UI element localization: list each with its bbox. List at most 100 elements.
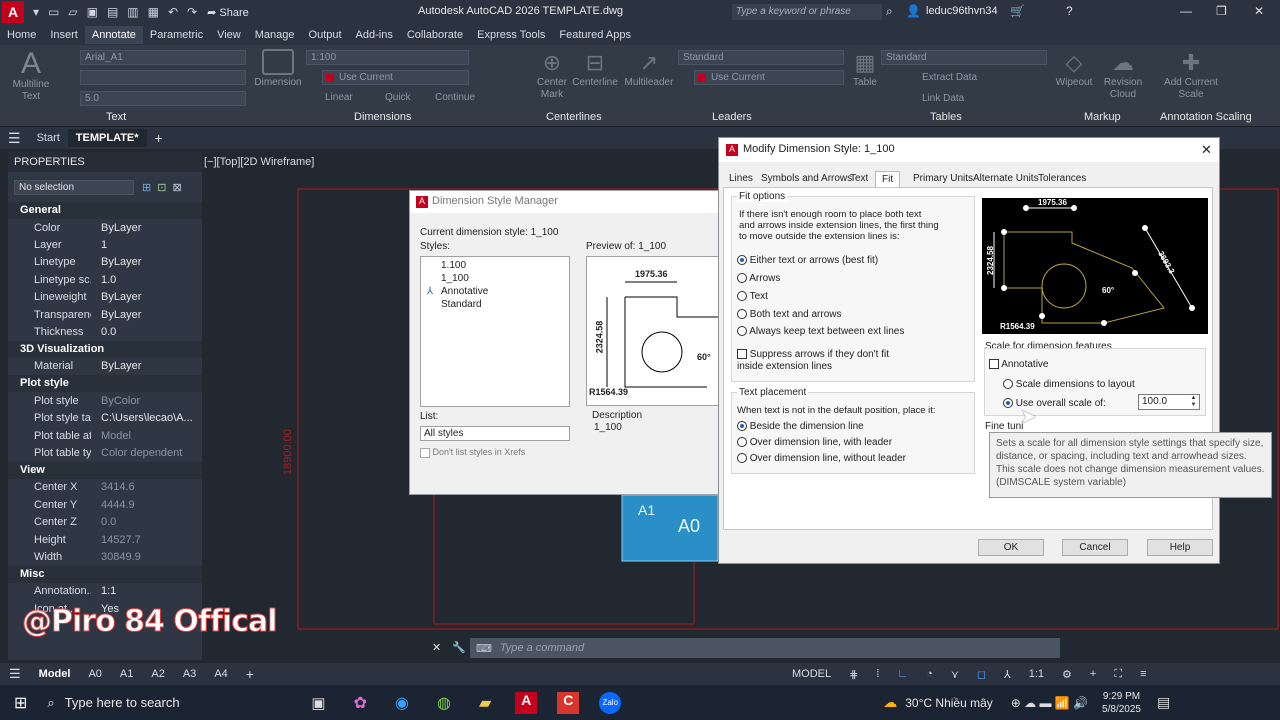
radio-both[interactable] <box>737 309 747 320</box>
property-value[interactable]: 0.0 <box>91 516 202 528</box>
wipeout-button[interactable]: ◇ Wipeout <box>1052 49 1096 89</box>
add-layout-icon[interactable]: + <box>237 663 263 685</box>
search-input[interactable]: Type a keyword or phrase <box>732 4 882 20</box>
fit-option-keep-between[interactable]: Always keep text between ext lines <box>737 326 904 337</box>
restore-icon[interactable]: ❐ <box>1216 4 1227 18</box>
property-value[interactable]: 1.0 <box>91 274 202 286</box>
scale-spinner[interactable]: ▲ ▼ <box>1188 395 1199 409</box>
taskbar-search[interactable]: ⌕ Type here to search <box>47 689 287 717</box>
tab-layout-a2[interactable]: A2 <box>142 665 173 683</box>
centerline-button[interactable]: ⊟ Centerline <box>570 49 620 89</box>
radio-overall-scale[interactable] <box>1003 398 1013 409</box>
table-button[interactable]: ▦ Table <box>850 49 880 89</box>
dsm-xref-option[interactable]: Don't list styles in Xrefs <box>420 447 525 458</box>
redo-icon[interactable]: ↷ <box>187 5 197 19</box>
print-icon[interactable]: ▦ <box>148 5 159 19</box>
username[interactable]: leduc96thvn34 <box>926 5 998 17</box>
tray-icons[interactable]: ⊕ ☁ ▬ 📶 🔊 <box>1011 696 1088 710</box>
dsm-list-select[interactable]: All styles <box>420 426 570 441</box>
property-row[interactable]: Color ByLayer <box>8 219 202 236</box>
dimension-button[interactable]: Dimension <box>254 49 302 89</box>
selected-block[interactable] <box>621 494 719 562</box>
property-row[interactable]: Linetype sc...1.0 <box>8 271 202 288</box>
cancel-button[interactable]: Cancel <box>1062 539 1128 556</box>
radio-best-fit[interactable] <box>737 255 747 266</box>
selection-select[interactable]: No selection <box>14 179 134 195</box>
isodraft-icon[interactable]: ⋎ <box>942 665 968 684</box>
property-value[interactable]: 0.0 <box>91 326 202 338</box>
command-line[interactable]: ⌨ Type a command <box>470 638 1060 658</box>
text-font-select[interactable]: Arial_A1 <box>80 50 246 65</box>
command-input[interactable]: Type a command <box>500 642 584 654</box>
property-row[interactable]: Plot table at...Model <box>8 427 202 444</box>
tab-parametric[interactable]: Parametric <box>143 26 210 44</box>
section-header[interactable]: Plot style <box>8 375 202 393</box>
annotative-option[interactable]: Annotative <box>989 359 1049 370</box>
tab-layout-a1[interactable]: A1 <box>111 665 142 683</box>
zalo-icon[interactable]: Zalo <box>599 691 622 714</box>
text-panel-title[interactable]: Text <box>106 111 126 123</box>
snap-icon[interactable]: ⁞ <box>867 665 888 683</box>
weather-text[interactable]: 30°C Nhiều mây <box>905 696 993 710</box>
copilot-icon[interactable]: ✿ <box>354 693 367 713</box>
tab-text[interactable]: Text <box>844 171 874 186</box>
leader-style-select[interactable]: Standard <box>678 50 844 65</box>
dropdown-icon[interactable]: ▾ <box>33 5 39 19</box>
property-row[interactable]: Lineweight ByLayer <box>8 289 202 306</box>
tab-annotate[interactable]: Annotate <box>84 25 143 44</box>
fit-option-arrows[interactable]: Arrows <box>737 273 780 284</box>
placement-beside[interactable]: Beside the dimension line <box>737 421 864 432</box>
property-value[interactable]: ByLayer <box>91 309 202 321</box>
customize-status-icon[interactable]: ≡ <box>1131 665 1155 683</box>
property-row[interactable]: Center Z 0.0 <box>8 513 202 530</box>
scale-to-layout-option[interactable]: Scale dimensions to layout <box>1003 379 1135 390</box>
property-value[interactable]: ByLayer <box>91 256 202 268</box>
tab-collaborate[interactable]: Collaborate <box>400 26 470 44</box>
table-style-select[interactable]: Standard <box>881 50 1047 65</box>
tab-view[interactable]: View <box>210 26 248 44</box>
property-value[interactable]: 1:1 <box>91 585 202 597</box>
section-header[interactable]: 3D Visualization <box>8 340 202 358</box>
tab-output[interactable]: Output <box>302 26 349 44</box>
minimize-icon[interactable]: — <box>1180 4 1192 18</box>
dsm-styles-list[interactable]: 1.100 1_100 ⅄ Annotative Standard <box>420 256 570 407</box>
tab-model[interactable]: Model <box>30 665 80 683</box>
radio-over-leader[interactable] <box>737 437 747 448</box>
clock[interactable]: 9:29 PM 5/8/2025 <box>1102 690 1141 716</box>
section-header[interactable]: Misc <box>8 565 202 583</box>
placement-over-leader[interactable]: Over dimension line, with leader <box>737 437 892 448</box>
extract-data-button[interactable]: Extract Data <box>922 72 977 83</box>
radio-scale-layout[interactable] <box>1003 379 1013 390</box>
style-item[interactable]: Standard <box>421 299 569 312</box>
property-value[interactable]: ByLayer <box>91 222 202 234</box>
center-mark-button[interactable]: ⊕ Center Mark <box>535 49 569 101</box>
autocad-logo-icon[interactable]: A <box>2 1 24 23</box>
fit-option-both[interactable]: Both text and arrows <box>737 309 842 320</box>
search-icon[interactable]: ⌕ <box>886 4 893 19</box>
text-style-input[interactable] <box>80 70 246 85</box>
property-row[interactable]: TransparencyByLayer <box>8 306 202 323</box>
section-header[interactable]: View <box>8 461 202 479</box>
property-value[interactable]: ByColor <box>91 395 202 407</box>
tab-template[interactable]: TEMPLATE* <box>67 129 147 147</box>
style-item-selected[interactable]: 1_100 <box>421 273 569 286</box>
quick-select-icon[interactable]: ⊞ <box>142 181 151 194</box>
add-current-scale-button[interactable]: ✚ Add Current Scale <box>1156 49 1226 101</box>
property-row[interactable]: Center X 3414.6 <box>8 479 202 496</box>
annotation-scale[interactable]: 1:1 <box>1020 665 1053 683</box>
save-icon[interactable]: ▣ <box>87 5 98 19</box>
suppress-arrows-option[interactable]: Suppress arrows if they don't fit inside… <box>737 349 917 373</box>
edge-icon[interactable]: ◉ <box>395 693 409 713</box>
annotative-checkbox[interactable] <box>989 359 999 370</box>
markup-panel-title[interactable]: Markup <box>1084 111 1121 123</box>
property-value[interactable]: C:\Users\lecao\A... <box>91 412 202 424</box>
radio-keep-between[interactable] <box>737 326 747 337</box>
close-command-icon[interactable]: ✕ <box>432 641 441 654</box>
property-row[interactable]: Layer 1 <box>8 236 202 253</box>
quick-button[interactable]: Quick <box>385 92 411 103</box>
fit-option-best-fit[interactable]: Either text or arrows (best fit) <box>737 255 878 266</box>
overall-scale-option[interactable]: Use overall scale of: <box>1003 398 1106 409</box>
tab-manage[interactable]: Manage <box>248 26 302 44</box>
tab-featured-apps[interactable]: Featured Apps <box>552 26 638 44</box>
radio-over-no-leader[interactable] <box>737 453 747 464</box>
